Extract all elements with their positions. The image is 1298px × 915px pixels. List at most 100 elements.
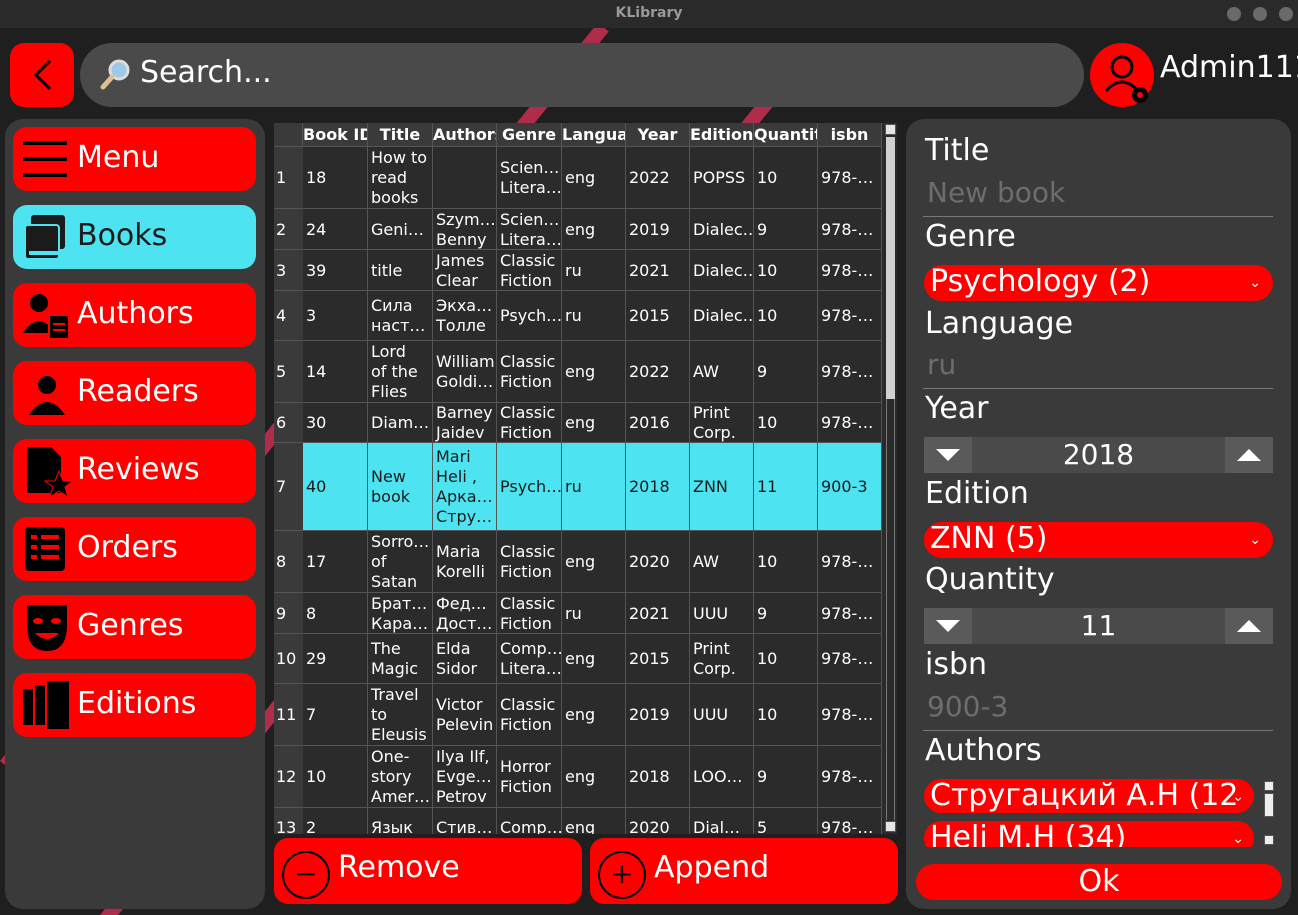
genre-select[interactable]: Psychology (2) ⌄ bbox=[924, 265, 1273, 301]
search-input[interactable]: Search... bbox=[140, 55, 272, 90]
sidebar-item-readers[interactable]: Readers bbox=[13, 361, 256, 425]
row-number[interactable]: 13 bbox=[274, 808, 303, 834]
table-cell: Classic Fiction bbox=[497, 593, 562, 634]
sidebar-item-orders[interactable]: Orders bbox=[13, 517, 256, 581]
row-number[interactable]: 11 bbox=[274, 684, 303, 746]
close-button[interactable] bbox=[1279, 7, 1293, 21]
row-number[interactable]: 1 bbox=[274, 147, 303, 209]
author-select[interactable]: Heli M.H (34) ⌄ bbox=[924, 821, 1254, 847]
table-cell: William Goldi… bbox=[433, 341, 497, 403]
table-row[interactable]: 2 Язык Стив… Comp… eng 2020 Dial… 5 978-… bbox=[303, 808, 882, 834]
row-number[interactable]: 8 bbox=[274, 531, 303, 593]
authors-scrollbar[interactable] bbox=[1264, 779, 1276, 847]
table-cell: 978-… bbox=[818, 250, 882, 291]
column-header[interactable]: Authors bbox=[433, 123, 497, 147]
quantity-value[interactable]: 11 bbox=[972, 608, 1225, 644]
cell-text: AW bbox=[693, 362, 719, 381]
table-cell: 2022 bbox=[626, 341, 690, 403]
row-number[interactable]: 10 bbox=[274, 634, 303, 684]
cell-text: 10 bbox=[757, 552, 778, 571]
scroll-down-arrow[interactable] bbox=[1264, 835, 1274, 845]
table-row[interactable]: 18 How to read books Scien… Litera… eng 2022… bbox=[303, 147, 882, 209]
maximize-button[interactable] bbox=[1253, 7, 1267, 21]
year-value[interactable]: 2018 bbox=[972, 437, 1225, 473]
cell-text: UUU bbox=[693, 603, 729, 623]
edition-label: Edition bbox=[925, 476, 1029, 511]
search-bar[interactable]: Search... bbox=[80, 43, 1084, 107]
row-number[interactable]: 2 bbox=[274, 209, 303, 250]
ok-button[interactable]: Ok bbox=[916, 864, 1282, 900]
author-select[interactable]: Стругацкий А.Н (12 ⌄ bbox=[924, 779, 1254, 813]
row-number[interactable]: 4 bbox=[274, 291, 303, 341]
row-number[interactable]: 6 bbox=[274, 403, 303, 443]
append-button[interactable]: + Append bbox=[590, 838, 898, 904]
column-header[interactable]: Languag bbox=[562, 123, 626, 147]
year-increment-button[interactable] bbox=[1225, 437, 1273, 473]
table-row[interactable]: 29 The Magic Elda Sidor Comp… Litera… eng 201… bbox=[303, 634, 882, 684]
language-field[interactable]: ru bbox=[927, 348, 956, 381]
cell-text: eng bbox=[565, 818, 596, 834]
quantity-decrement-button[interactable] bbox=[924, 608, 972, 644]
table-cell: eng bbox=[562, 634, 626, 684]
sidebar-item-editions[interactable]: Editions bbox=[13, 673, 256, 737]
user-avatar[interactable] bbox=[1090, 43, 1154, 107]
table-cell: ru bbox=[562, 250, 626, 291]
column-header[interactable]: Year bbox=[626, 123, 690, 147]
scroll-thumb[interactable] bbox=[886, 137, 895, 399]
table-row[interactable]: 7 Travel to Eleusis Victor Pelevin Classic … bbox=[303, 684, 882, 746]
sidebar-item-reviews[interactable]: Reviews bbox=[13, 439, 256, 503]
sidebar-item-genres[interactable]: Genres bbox=[13, 595, 256, 659]
column-header[interactable]: Edition bbox=[690, 123, 754, 147]
year-spinbox[interactable]: 2018 bbox=[924, 437, 1273, 473]
cell-text: 2015 bbox=[629, 306, 670, 325]
column-header[interactable]: Title bbox=[368, 123, 433, 147]
scroll-thumb[interactable] bbox=[1264, 793, 1274, 817]
isbn-field[interactable]: 900-3 bbox=[927, 690, 1008, 723]
table-row[interactable]: 40 New book Mari Heli , Арка… Стру… Psych… r… bbox=[303, 443, 882, 531]
sidebar-item-authors[interactable]: Authors bbox=[13, 283, 256, 347]
cell-text: 978-… bbox=[821, 168, 874, 187]
table-row[interactable]: 8 Брат… Кара… Фед… Дост… Classic Fiction ru 2… bbox=[303, 593, 882, 634]
sidebar-item-menu[interactable]: Menu bbox=[13, 127, 256, 191]
divider bbox=[923, 730, 1273, 731]
row-number[interactable]: 12 bbox=[274, 746, 303, 808]
column-header[interactable]: isbn bbox=[818, 123, 882, 147]
cell-text: 9 bbox=[757, 767, 768, 786]
remove-button[interactable]: − Remove bbox=[274, 838, 582, 904]
quantity-spinbox[interactable]: 11 bbox=[924, 608, 1273, 644]
table-cell: AW bbox=[690, 531, 754, 593]
row-number[interactable]: 7 bbox=[274, 443, 303, 531]
row-number[interactable]: 5 bbox=[274, 341, 303, 403]
table-row[interactable]: 14 Lord of the Flies William Goldi… Classic… bbox=[303, 341, 882, 403]
cell-text: 2016 bbox=[629, 413, 670, 432]
table-row[interactable]: 17 Sorro… of Satan Maria Korelli Classic Fi… bbox=[303, 531, 882, 593]
table-cell: LOO… bbox=[690, 746, 754, 808]
row-number[interactable]: 9 bbox=[274, 593, 303, 634]
table-scrollbar[interactable] bbox=[884, 123, 897, 834]
table-row[interactable]: 24 Geni… Szym… Benny Scien… Litera… eng 2019 D… bbox=[303, 209, 882, 250]
minimize-button[interactable] bbox=[1227, 7, 1241, 21]
table-cell: 18 bbox=[303, 147, 368, 209]
sidebar-item-books[interactable]: Books bbox=[13, 205, 256, 269]
column-header[interactable]: Genre bbox=[497, 123, 562, 147]
sidebar-item-label: Books bbox=[77, 218, 168, 253]
title-field[interactable]: New book bbox=[927, 176, 1065, 209]
quantity-increment-button[interactable] bbox=[1225, 608, 1273, 644]
cell-text: 978-… bbox=[821, 306, 874, 325]
year-decrement-button[interactable] bbox=[924, 437, 972, 473]
table-row[interactable]: 30 Diam… Barney Jaidev Classic Fiction eng 20… bbox=[303, 403, 882, 443]
table-row[interactable]: 39 title James Clear Classic Fiction ru 2021 D… bbox=[303, 250, 882, 291]
table-row[interactable]: 3 Сила наст… Экха… Толле Psych… ru 2015 Dialec… bbox=[303, 291, 882, 341]
column-header[interactable]: Quantity bbox=[754, 123, 818, 147]
cell-text: Travel to Eleusis bbox=[371, 685, 427, 744]
table-row[interactable]: 10 One- story Amer… Ilya Ilf, Evge… Petrov… bbox=[303, 746, 882, 808]
row-number[interactable]: 3 bbox=[274, 250, 303, 291]
edition-select[interactable]: ZNN (5) ⌄ bbox=[924, 522, 1273, 558]
scroll-down-arrow[interactable] bbox=[885, 821, 896, 832]
scroll-up-arrow[interactable] bbox=[885, 124, 896, 135]
back-button[interactable] bbox=[10, 43, 74, 107]
scroll-up-arrow[interactable] bbox=[1264, 781, 1274, 791]
cell-text: POPSS bbox=[693, 168, 746, 187]
chevron-left-icon bbox=[33, 59, 52, 91]
column-header[interactable]: Book ID bbox=[303, 123, 368, 147]
